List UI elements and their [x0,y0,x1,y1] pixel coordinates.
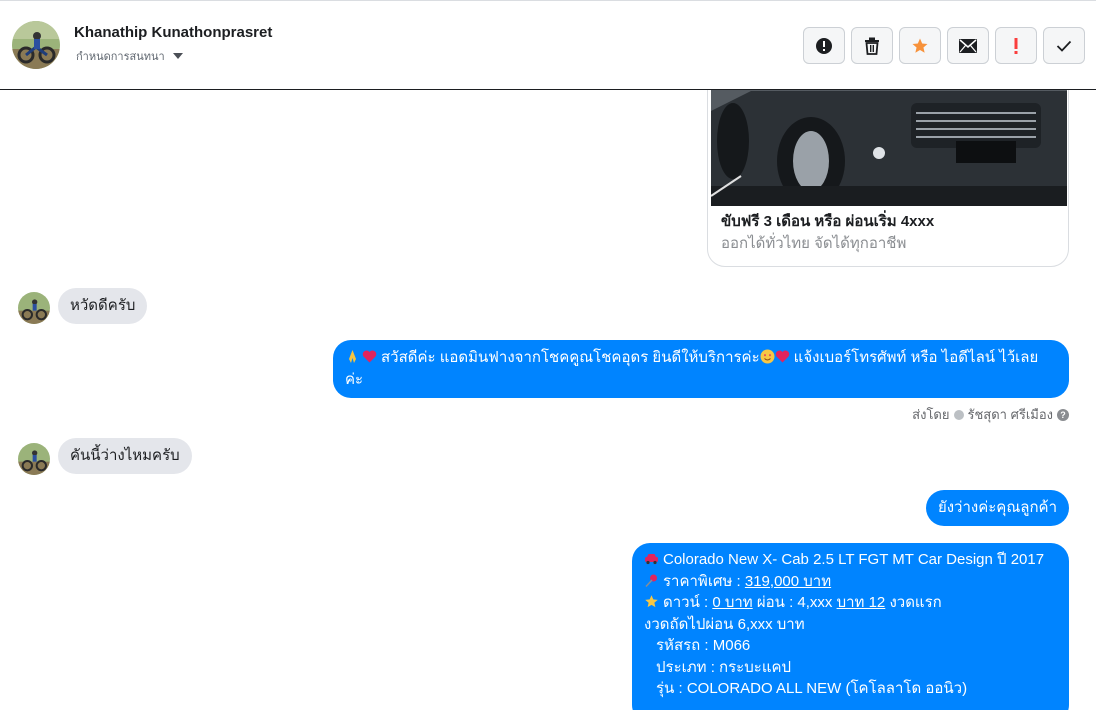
conversation-subtitle[interactable]: กำหนดการสนทนา [76,47,183,65]
message-line: รุ่น : COLORADO ALL NEW (โคโลลาโด ออนิว) [656,680,968,697]
card-subtitle: ออกได้ทั่วไทย จัดได้ทุกอาชีพ [721,235,907,252]
sent-by-prefix: ส่งโดย [912,407,950,422]
car-icon [644,551,659,566]
outgoing-message[interactable]: สวัสดีค่ะ แอดมินฟางจากโชคคูณโชคอุดร ยินด… [333,340,1069,398]
mark-unread-button[interactable] [947,27,989,64]
message-text: Colorado New X- Cab 2.5 LT FGT MT Car De… [663,551,1045,568]
trash-icon [865,37,879,55]
avatar[interactable] [18,443,50,475]
sent-by-label: ส่งโดย รัชสุดา ศรีเมือง ? [912,404,1069,425]
avatar[interactable] [18,292,50,324]
message-line: งวดถัดไปผ่อน 6,xxx บาท [644,615,805,633]
message-text: ผ่อน : 4,xxx [752,594,837,611]
message-line: Colorado New X- Cab 2.5 LT FGT MT Car De… [644,549,1057,571]
installment-link[interactable]: บาท 12 [837,594,886,611]
pushpin-icon [644,573,659,588]
conversation-header: Khanathip Kunathonprasret กำหนดการสนทนา [0,0,1096,90]
car-photo [711,90,1067,206]
incoming-message[interactable]: หวัดดีครับ [58,288,148,324]
outgoing-message[interactable]: ยังว่างค่ะคุณลูกค้า [925,490,1069,526]
envelope-icon [959,38,977,53]
incoming-message[interactable]: คันนี้ว่างไหมครับ [58,438,192,474]
message-line: ดาวน์ : 0 บาท ผ่อน : 4,xxx บาท 12 งวดแรก [644,592,1057,614]
heart-eyes-icon [760,349,775,364]
done-button[interactable] [1043,27,1085,64]
caret-down-icon [172,53,183,59]
message-thread[interactable]: ขับฟรี 3 เดือน หรือ ผ่อนเริ่ม 4xxx ออกได… [0,90,1096,710]
action-toolbar [803,27,1085,64]
star-icon [912,38,928,53]
message-text: ดาวน์ : [663,594,713,611]
outgoing-message[interactable]: Colorado New X- Cab 2.5 LT FGT MT Car De… [632,543,1069,710]
delete-button[interactable] [851,27,893,64]
card-title: ขับฟรี 3 เดือน หรือ ผ่อนเริ่ม 4xxx [721,213,935,230]
message-line: รหัสรถ : M066 [656,637,751,654]
check-icon [1056,40,1072,52]
star-button[interactable] [899,27,941,64]
subtitle-label: กำหนดการสนทนา [76,51,165,63]
spam-button[interactable] [803,27,845,64]
ad-card[interactable]: ขับฟรี 3 เดือน หรือ ผ่อนเริ่ม 4xxx ออกได… [707,90,1069,267]
message-text: สวัสดีค่ะ แอดมินฟางจากโชคคูณโชคอุดร ยินด… [381,349,760,366]
pray-icon [345,349,360,364]
follow-up-button[interactable] [995,27,1037,64]
sender-name[interactable]: รัชสุดา ศรีเมือง [968,404,1054,425]
help-icon[interactable]: ? [1057,408,1069,421]
status-dot-icon [953,409,964,420]
star-icon [644,594,659,609]
alert-circle-icon [816,37,832,54]
down-payment-link[interactable]: 0 บาท [712,594,752,611]
heart-icon [775,349,790,364]
contact-name[interactable]: Khanathip Kunathonprasret [74,24,272,41]
message-text: งวดแรก [885,594,942,611]
price-link[interactable]: 319,000 บาท [745,573,831,590]
exclamation-icon [1014,37,1018,54]
heart-icon [362,349,377,364]
message-line: ค่ะ [345,370,364,388]
message-line: ประเภท : กระบะแคป [656,658,792,676]
message-line: สวัสดีค่ะ แอดมินฟางจากโชคคูณโชคอุดร ยินด… [345,347,1057,369]
message-text: แจ้งเบอร์โทรศัพท์ หรือ ไอดีไลน์ ไว้เลย [793,349,1039,366]
avatar[interactable] [12,21,60,69]
message-line: ราคาพิเศษ : 319,000 บาท [644,571,1057,593]
message-text: ราคาพิเศษ : [663,572,745,590]
